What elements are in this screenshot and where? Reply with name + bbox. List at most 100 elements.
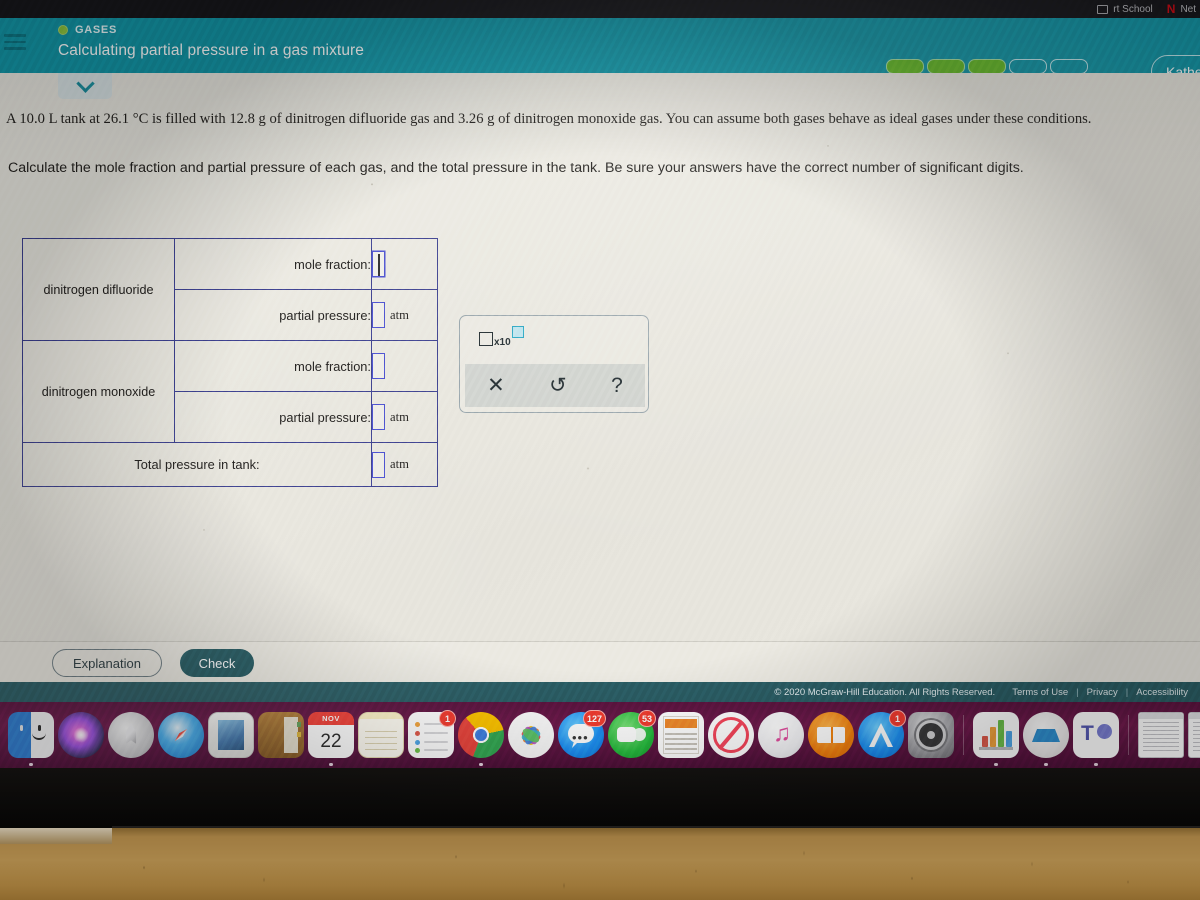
- field-label: partial pressure:: [174, 391, 372, 443]
- partial-pressure-input-2[interactable]: [372, 404, 385, 430]
- news-icon: [708, 712, 754, 758]
- collapse-tab-button[interactable]: [58, 73, 112, 99]
- dock-item-contacts[interactable]: [258, 712, 304, 758]
- books-icon: [808, 712, 854, 758]
- window-icon: [1097, 4, 1109, 14]
- dock-item-safari[interactable]: [158, 712, 204, 758]
- dock-item-messages[interactable]: ••• 127: [558, 710, 606, 758]
- problem-paragraph-1: A 10.0 L tank at 26.1 °C is filled with …: [6, 111, 1092, 127]
- badge-count: 1: [439, 710, 456, 727]
- progress-segment: [886, 59, 924, 74]
- netflix-icon: N: [1166, 2, 1176, 16]
- topic-label: GASES: [75, 24, 118, 36]
- browser-tab-netflix[interactable]: N Net: [1167, 3, 1196, 15]
- dock-item-news[interactable]: [708, 712, 754, 758]
- explanation-button[interactable]: Explanation: [52, 649, 162, 677]
- dock-item-window-2[interactable]: [1188, 712, 1200, 758]
- dock-item-facetime[interactable]: 53: [608, 710, 656, 758]
- dock-item-mail[interactable]: [208, 712, 254, 758]
- dock-item-keynote[interactable]: [1023, 712, 1069, 766]
- browser-tab-label: rt School: [1113, 3, 1153, 15]
- running-indicator: [1094, 762, 1098, 766]
- teams-icon: T: [1073, 712, 1119, 758]
- mole-fraction-input-cell-1[interactable]: [371, 238, 438, 290]
- total-pressure-label: Total pressure in tank:: [22, 442, 372, 487]
- progress-segment: [968, 59, 1006, 74]
- dock-item-books[interactable]: [808, 712, 854, 758]
- undo-icon[interactable]: ↺: [549, 375, 567, 396]
- field-label: mole fraction:: [174, 238, 372, 290]
- dock-item-pages[interactable]: [658, 712, 704, 758]
- gas-name-cell: dinitrogen difluoride: [22, 238, 175, 341]
- math-input-toolbar: x10 ✕ ↺ ?: [459, 315, 649, 413]
- help-icon[interactable]: ?: [611, 375, 623, 396]
- progress-segment: [1009, 59, 1047, 74]
- dock-item-app-store[interactable]: 1: [858, 710, 906, 758]
- dock-item-launchpad[interactable]: [108, 712, 154, 758]
- total-pressure-input[interactable]: [372, 451, 385, 478]
- progress-segment: [927, 59, 965, 74]
- table-row-total: Total pressure in tank: atm: [22, 442, 438, 487]
- siri-icon: [58, 712, 104, 758]
- contacts-icon: [258, 712, 304, 758]
- unit-label: atm: [390, 307, 409, 322]
- dock-item-window-1[interactable]: [1138, 712, 1184, 758]
- window-thumbnail-icon: [1188, 712, 1200, 758]
- answer-table: dinitrogen difluoride mole fraction: par…: [22, 238, 438, 487]
- photos-icon: [508, 712, 554, 758]
- mole-fraction-input-1[interactable]: [372, 251, 385, 277]
- dock-item-calendar[interactable]: NOV 22: [308, 712, 354, 766]
- total-pressure-input-cell[interactable]: atm: [371, 442, 438, 487]
- partial-pressure-input-cell-1[interactable]: atm: [371, 289, 438, 341]
- progress-segment: [1050, 59, 1088, 74]
- dock-separator: [1128, 715, 1129, 755]
- lesson-title: Calculating partial pressure in a gas mi…: [58, 42, 365, 59]
- dock-item-notes[interactable]: [358, 712, 404, 758]
- field-label: mole fraction:: [174, 340, 372, 392]
- mole-fraction-input-cell-2[interactable]: [371, 340, 438, 392]
- dock-item-itunes[interactable]: ♫: [758, 712, 804, 758]
- dock-separator: [963, 715, 964, 755]
- terms-of-use-link[interactable]: Terms of Use: [1012, 687, 1068, 698]
- dock-item-system-preferences[interactable]: [908, 712, 954, 758]
- desk-edge-highlight: [0, 828, 112, 844]
- math-tool-row: ✕ ↺ ?: [465, 364, 645, 407]
- mole-fraction-input-2[interactable]: [372, 353, 385, 379]
- privacy-link[interactable]: Privacy: [1087, 687, 1118, 698]
- gas-name-cell: dinitrogen monoxide: [22, 340, 175, 443]
- keynote-icon: [1023, 712, 1069, 758]
- laptop-bottom-bezel: MacBook Pro: [0, 768, 1200, 830]
- launchpad-icon: [108, 712, 154, 758]
- dock-item-chrome[interactable]: [458, 712, 504, 766]
- browser-tab-school[interactable]: rt School: [1097, 3, 1153, 15]
- footer-separator: |: [1125, 686, 1129, 698]
- finder-icon: [8, 712, 54, 758]
- browser-tab-label: Net: [1180, 3, 1196, 15]
- dock-item-siri[interactable]: [58, 712, 104, 758]
- safari-icon: [158, 712, 204, 758]
- accessibility-link[interactable]: Accessibility: [1136, 687, 1188, 698]
- dock-item-numbers[interactable]: [973, 712, 1019, 766]
- clear-icon[interactable]: ✕: [487, 375, 505, 396]
- partial-pressure-input-1[interactable]: [372, 302, 385, 328]
- calendar-month: NOV: [308, 712, 354, 725]
- problem-page: A 10.0 L tank at 26.1 °C is filled with …: [0, 73, 1200, 674]
- running-indicator: [994, 762, 998, 766]
- app-header: GASES Calculating partial pressure in a …: [0, 18, 1200, 88]
- unit-label: atm: [390, 457, 409, 471]
- scientific-notation-button[interactable]: x10: [479, 326, 524, 348]
- problem-paragraph-2: Calculate the mole fraction and partial …: [8, 160, 1024, 176]
- check-button[interactable]: Check: [180, 649, 254, 677]
- browser-tab-strip: rt School N Net: [0, 0, 1200, 18]
- notes-icon: [358, 712, 404, 758]
- dock-item-teams[interactable]: T: [1073, 712, 1119, 766]
- window-thumbnail-icon: [1138, 712, 1184, 758]
- dock-item-finder[interactable]: [8, 712, 54, 766]
- sci-notation-label: x10: [494, 337, 511, 348]
- progress-bar: [886, 59, 1088, 74]
- calendar-day: 22: [320, 730, 342, 752]
- hamburger-icon[interactable]: [4, 34, 26, 50]
- dock-item-reminders[interactable]: 1: [408, 710, 456, 758]
- dock-item-photos[interactable]: [508, 712, 554, 758]
- partial-pressure-input-cell-2[interactable]: atm: [371, 391, 438, 443]
